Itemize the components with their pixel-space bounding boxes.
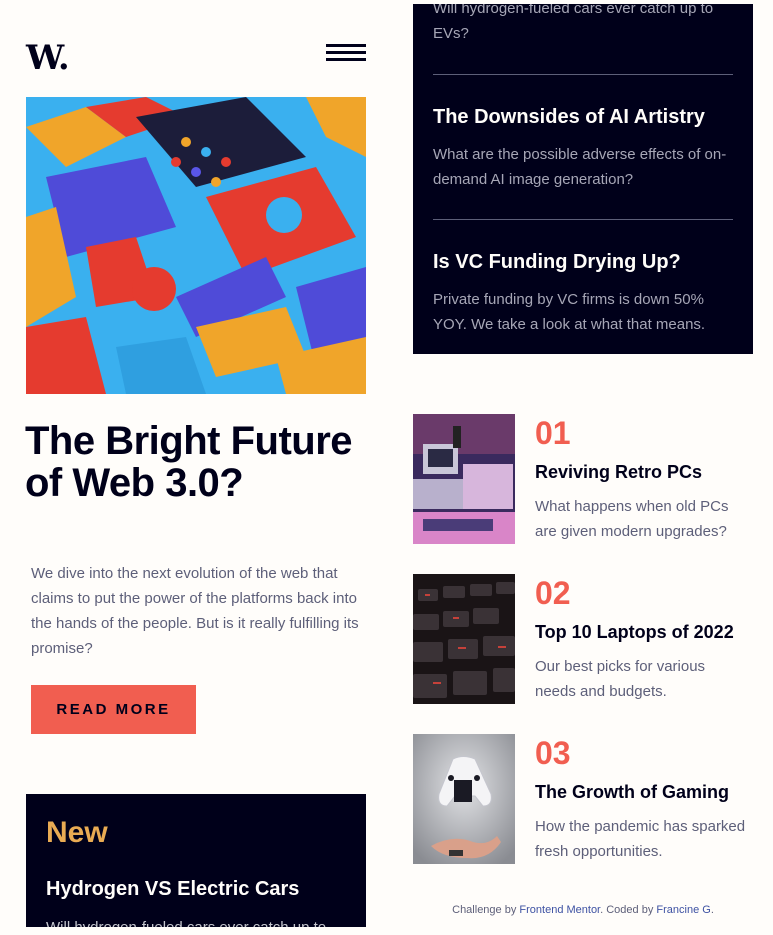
- rank-number: 03: [535, 735, 571, 771]
- attribution-middle: . Coded by: [600, 904, 654, 916]
- hero-description: We dive into the next evolution of the w…: [31, 565, 359, 657]
- divider: [433, 219, 733, 220]
- new-item-title[interactable]: Is VC Funding Drying Up?: [433, 249, 733, 275]
- author-link[interactable]: Francine G: [656, 904, 710, 916]
- rank-title[interactable]: Reviving Retro PCs: [535, 462, 702, 483]
- new-section-continued: Will hydrogen-fueled cars ever catch up …: [413, 4, 753, 354]
- new-item: The Downsides of AI Artistry What are th…: [433, 104, 733, 192]
- new-item: Will hydrogen-fueled cars ever catch up …: [433, 4, 733, 46]
- ranked-item: 02 Top 10 Laptops of 2022 Our best picks…: [413, 574, 753, 704]
- divider: [433, 74, 733, 75]
- new-item-description: Will hydrogen-fueled cars ever catch up …: [46, 915, 346, 927]
- new-item-description: Private funding by VC firms is down 50% …: [433, 291, 706, 333]
- rank-title[interactable]: The Growth of Gaming: [535, 782, 729, 803]
- rank-number: 01: [535, 415, 571, 451]
- attribution: Challenge by Frontend Mentor. Coded by F…: [413, 904, 753, 916]
- laptop-keyboard-image: [413, 574, 515, 704]
- logo[interactable]: W.: [26, 38, 70, 78]
- new-section: New Hydrogen VS Electric Cars Will hydro…: [26, 794, 366, 927]
- attribution-prefix: Challenge by: [452, 904, 517, 916]
- hero-image: [26, 97, 366, 394]
- rank-description: What happens when old PCs are given mode…: [535, 498, 729, 540]
- new-item-title[interactable]: Hydrogen VS Electric Cars: [46, 878, 346, 901]
- new-item-description: Will hydrogen-fueled cars ever catch up …: [433, 4, 714, 42]
- new-item-description: What are the possible adverse effects of…: [433, 146, 727, 188]
- new-item-title[interactable]: The Downsides of AI Artistry: [433, 104, 733, 130]
- new-item: Is VC Funding Drying Up? Private funding…: [433, 249, 733, 337]
- hero-title: The Bright Future of Web 3.0?: [25, 419, 353, 505]
- rank-description: Our best picks for various needs and bud…: [535, 658, 706, 700]
- ranked-item: 01 Reviving Retro PCs What happens when …: [413, 414, 753, 544]
- retro-pc-image: [413, 414, 515, 544]
- new-heading: New: [46, 816, 108, 849]
- attribution-suffix: .: [710, 904, 714, 916]
- frontend-mentor-link[interactable]: Frontend Mentor: [519, 904, 600, 916]
- hamburger-menu-icon[interactable]: [326, 44, 366, 62]
- rank-description: How the pandemic has sparked fresh oppor…: [535, 818, 746, 860]
- read-more-button[interactable]: READ MORE: [31, 685, 196, 734]
- rank-number: 02: [535, 575, 571, 611]
- rank-title[interactable]: Top 10 Laptops of 2022: [535, 622, 734, 643]
- gaming-controller-image: [413, 734, 515, 864]
- ranked-item: 03 The Growth of Gaming How the pandemic…: [413, 734, 753, 864]
